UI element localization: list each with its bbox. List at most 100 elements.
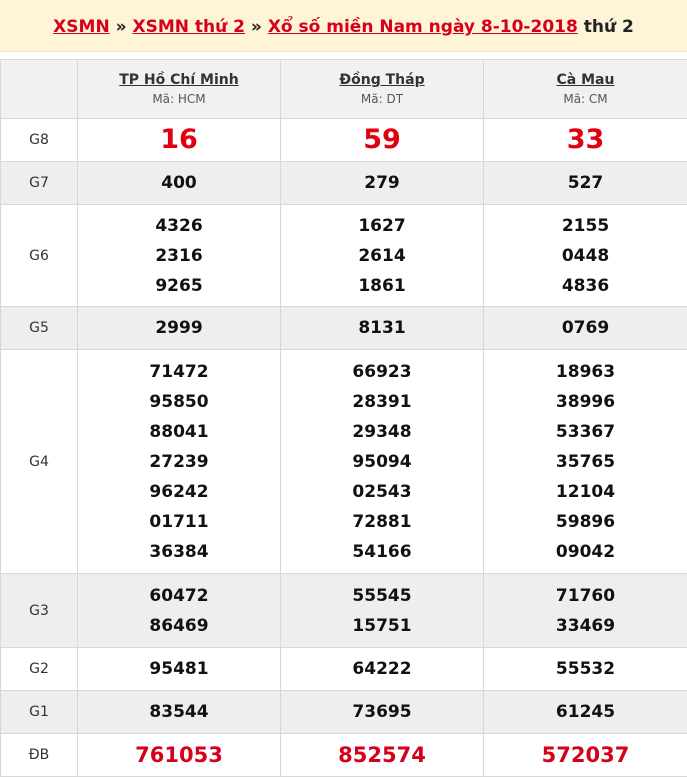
prize-number: 8131 — [281, 313, 483, 343]
prize-cell-g7-dt: 279 — [281, 162, 484, 205]
prize-number: 59 — [281, 125, 483, 155]
prize-label-g6: G6 — [1, 205, 78, 307]
prize-number: 35765 — [484, 447, 687, 477]
prize-number: 71472 — [78, 357, 280, 387]
breadcrumb-link-xsmn[interactable]: XSMN — [53, 17, 110, 37]
prize-cell-g2-dt: 64222 — [281, 648, 484, 691]
prize-number: 95094 — [281, 447, 483, 477]
breadcrumb-separator: » — [245, 17, 268, 37]
prize-number: 12104 — [484, 477, 687, 507]
prize-cell-db-cm: 572037 — [484, 734, 687, 777]
prize-cell-g2-cm: 55532 — [484, 648, 687, 691]
prize-cell-g3-dt: 55545 15751 — [281, 574, 484, 648]
prize-number: 4326 — [78, 211, 280, 241]
prize-number: 29348 — [281, 417, 483, 447]
prize-number: 59896 — [484, 507, 687, 537]
prize-number: 66923 — [281, 357, 483, 387]
prize-cell-g1-cm: 61245 — [484, 691, 687, 734]
table-row-g3: G3 60472 86469 55545 15751 71760 33469 — [1, 574, 687, 648]
prize-number: 55532 — [484, 654, 687, 684]
prize-number: 33 — [484, 125, 687, 155]
prize-number: 761053 — [78, 740, 280, 770]
prize-number: 72881 — [281, 507, 483, 537]
prize-cell-g1-dt: 73695 — [281, 691, 484, 734]
prize-cell-g8-cm: 33 — [484, 119, 687, 162]
prize-label-g4: G4 — [1, 350, 78, 574]
prize-number: 01711 — [78, 507, 280, 537]
province-header-cm: Cà Mau Mã: CM — [484, 60, 687, 119]
prize-cell-g6-cm: 2155 0448 4836 — [484, 205, 687, 307]
prize-number: 572037 — [484, 740, 687, 770]
prize-number: 55545 — [281, 581, 483, 611]
header-empty-cell — [1, 60, 78, 119]
table-row-g4: G4 71472 95850 88041 27239 96242 01711 3… — [1, 350, 687, 574]
prize-number: 36384 — [78, 537, 280, 567]
prize-number: 18963 — [484, 357, 687, 387]
prize-cell-g5-hcm: 2999 — [78, 307, 281, 350]
prize-cell-g8-dt: 59 — [281, 119, 484, 162]
table-row-g6: G6 4326 2316 9265 1627 2614 1861 2155 04… — [1, 205, 687, 307]
prize-cell-g5-dt: 8131 — [281, 307, 484, 350]
prize-number: 527 — [484, 168, 687, 198]
prize-cell-g8-hcm: 16 — [78, 119, 281, 162]
prize-number: 9265 — [78, 271, 280, 301]
prize-number: 15751 — [281, 611, 483, 641]
province-header-hcm: TP Hồ Chí Minh Mã: HCM — [78, 60, 281, 119]
prize-number: 88041 — [78, 417, 280, 447]
prize-cell-db-hcm: 761053 — [78, 734, 281, 777]
prize-label-g3: G3 — [1, 574, 78, 648]
prize-cell-g6-hcm: 4326 2316 9265 — [78, 205, 281, 307]
prize-number: 86469 — [78, 611, 280, 641]
prize-label-g7: G7 — [1, 162, 78, 205]
prize-number: 60472 — [78, 581, 280, 611]
table-header-row: TP Hồ Chí Minh Mã: HCM Đồng Tháp Mã: DT … — [1, 60, 687, 119]
prize-number: 2614 — [281, 241, 483, 271]
prize-label-db: ĐB — [1, 734, 78, 777]
prize-number: 61245 — [484, 697, 687, 727]
prize-cell-g6-dt: 1627 2614 1861 — [281, 205, 484, 307]
prize-cell-g4-hcm: 71472 95850 88041 27239 96242 01711 3638… — [78, 350, 281, 574]
breadcrumb-suffix: thứ 2 — [578, 17, 634, 37]
prize-number: 38996 — [484, 387, 687, 417]
table-row-g1: G1 83544 73695 61245 — [1, 691, 687, 734]
prize-number: 33469 — [484, 611, 687, 641]
prize-number: 53367 — [484, 417, 687, 447]
prize-number: 400 — [78, 168, 280, 198]
prize-label-g1: G1 — [1, 691, 78, 734]
prize-number: 852574 — [281, 740, 483, 770]
prize-label-g5: G5 — [1, 307, 78, 350]
prize-number: 16 — [78, 125, 280, 155]
table-row-g7: G7 400 279 527 — [1, 162, 687, 205]
breadcrumb: XSMN » XSMN thứ 2 » Xổ số miền Nam ngày … — [0, 0, 687, 52]
prize-number: 96242 — [78, 477, 280, 507]
prize-number: 1627 — [281, 211, 483, 241]
lottery-results-table: TP Hồ Chí Minh Mã: HCM Đồng Tháp Mã: DT … — [0, 59, 687, 777]
prize-number: 4836 — [484, 271, 687, 301]
prize-cell-db-dt: 852574 — [281, 734, 484, 777]
table-row-g8: G8 16 59 33 — [1, 119, 687, 162]
province-link-hcm[interactable]: TP Hồ Chí Minh — [78, 70, 280, 90]
prize-cell-g4-cm: 18963 38996 53367 35765 12104 59896 0904… — [484, 350, 687, 574]
prize-number: 02543 — [281, 477, 483, 507]
prize-number: 09042 — [484, 537, 687, 567]
prize-cell-g7-hcm: 400 — [78, 162, 281, 205]
breadcrumb-link-result-date[interactable]: Xổ số miền Nam ngày 8-10-2018 — [268, 17, 578, 37]
prize-cell-g7-cm: 527 — [484, 162, 687, 205]
prize-number: 1861 — [281, 271, 483, 301]
prize-number: 2316 — [78, 241, 280, 271]
table-row-g5: G5 2999 8131 0769 — [1, 307, 687, 350]
prize-number: 0448 — [484, 241, 687, 271]
breadcrumb-link-xsmn-thu2[interactable]: XSMN thứ 2 — [133, 17, 246, 37]
province-link-cm[interactable]: Cà Mau — [484, 70, 687, 90]
prize-cell-g3-hcm: 60472 86469 — [78, 574, 281, 648]
prize-number: 54166 — [281, 537, 483, 567]
province-code-hcm: Mã: HCM — [78, 90, 280, 108]
prize-cell-g4-dt: 66923 28391 29348 95094 02543 72881 5416… — [281, 350, 484, 574]
prize-label-g8: G8 — [1, 119, 78, 162]
prize-number: 2999 — [78, 313, 280, 343]
province-header-dt: Đồng Tháp Mã: DT — [281, 60, 484, 119]
province-link-dt[interactable]: Đồng Tháp — [281, 70, 483, 90]
prize-number: 2155 — [484, 211, 687, 241]
prize-number: 28391 — [281, 387, 483, 417]
prize-cell-g3-cm: 71760 33469 — [484, 574, 687, 648]
